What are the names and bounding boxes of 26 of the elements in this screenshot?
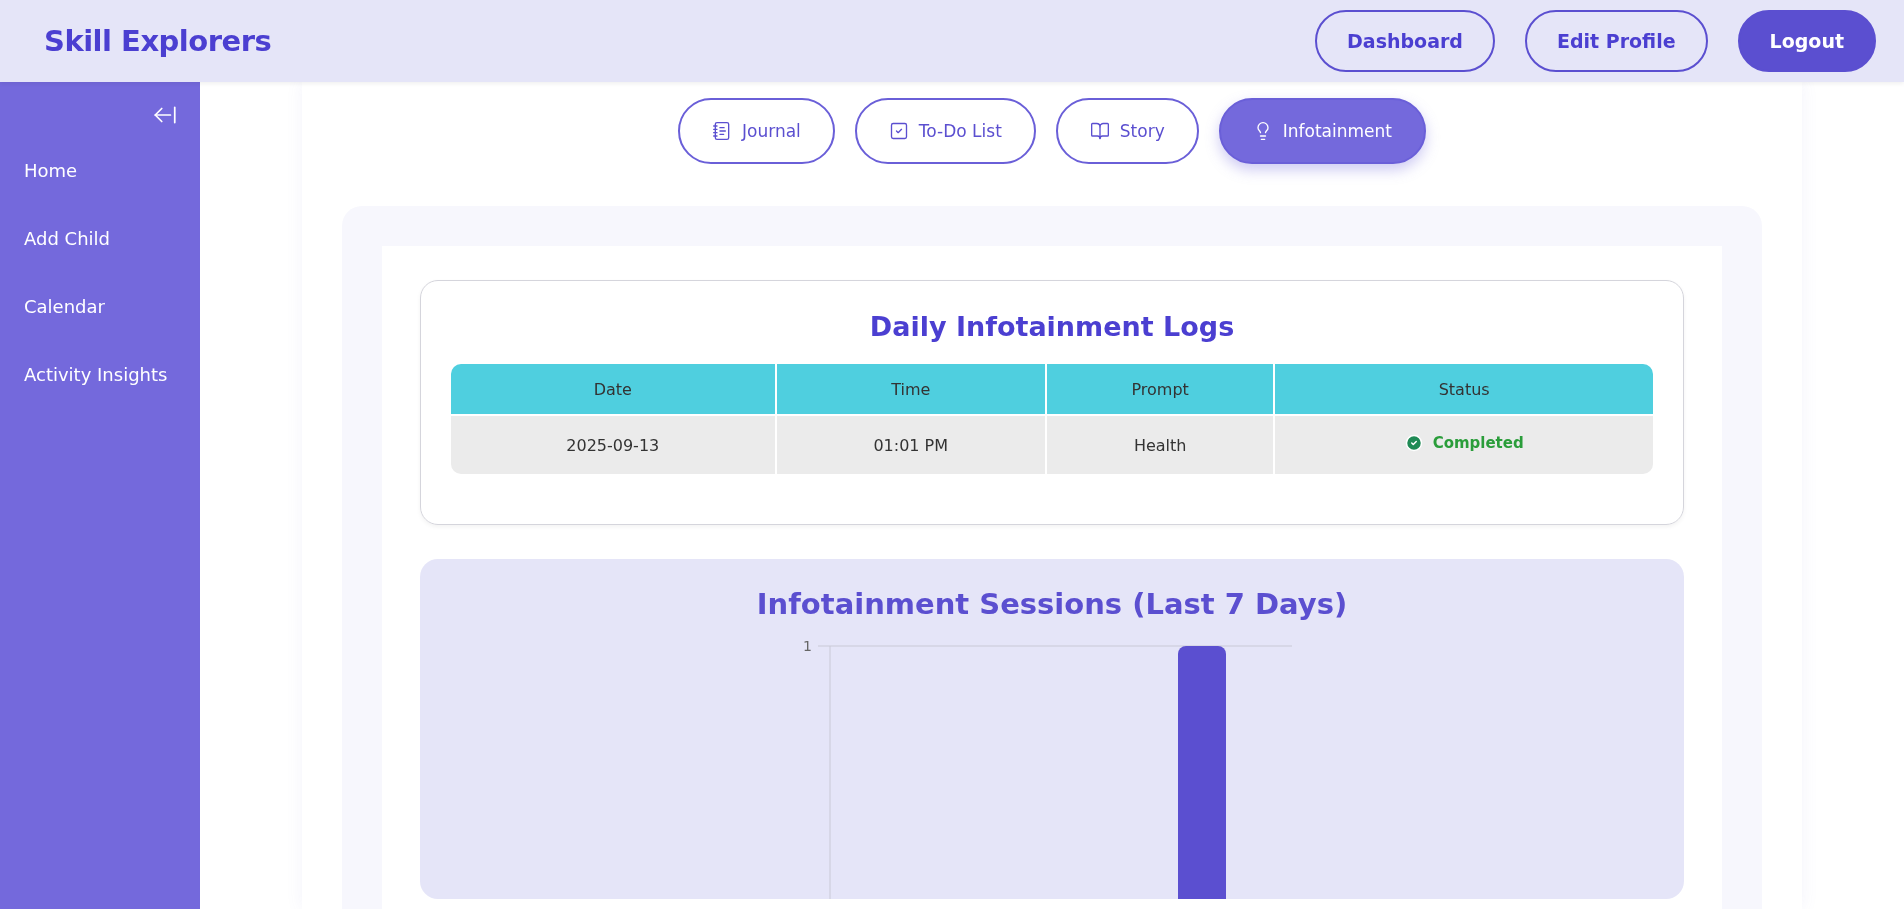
- checkbox-icon: [888, 121, 909, 141]
- tab[interactable]: Infotainment: [1218, 98, 1426, 164]
- tab[interactable]: To-Do List: [854, 98, 1036, 164]
- column-header: Time: [775, 364, 1046, 415]
- column-header: Prompt: [1045, 364, 1275, 415]
- check-icon: [1404, 434, 1423, 452]
- table-cell: Health: [1045, 415, 1275, 474]
- sidebar-item[interactable]: Add Child: [0, 204, 200, 272]
- table-cell: 01:01 PM: [775, 415, 1046, 474]
- logs-title: Daily Infotainment Logs: [868, 311, 1236, 342]
- sidebar-item[interactable]: Home: [0, 136, 200, 204]
- status-label: Completed: [1404, 434, 1524, 452]
- book-icon: [1089, 121, 1110, 141]
- brand-logo: Skill Explorers: [44, 24, 272, 58]
- header-button[interactable]: Logout: [1737, 10, 1876, 72]
- column-header: Status: [1274, 364, 1653, 415]
- header-button[interactable]: Edit Profile: [1524, 10, 1708, 72]
- chart-title: Infotainment Sessions (Last 7 Days): [756, 587, 1348, 621]
- sidebar-item[interactable]: Calendar: [0, 272, 200, 340]
- column-header: Date: [451, 364, 776, 415]
- tab[interactable]: Journal: [678, 98, 835, 164]
- sidebar-item[interactable]: Activity Insights: [0, 340, 200, 408]
- table-cell: 2025-09-13: [451, 415, 776, 474]
- tab[interactable]: Story: [1055, 98, 1199, 164]
- bar-chart-drawing: 1: [792, 639, 1312, 899]
- header-button[interactable]: Dashboard: [1315, 10, 1495, 72]
